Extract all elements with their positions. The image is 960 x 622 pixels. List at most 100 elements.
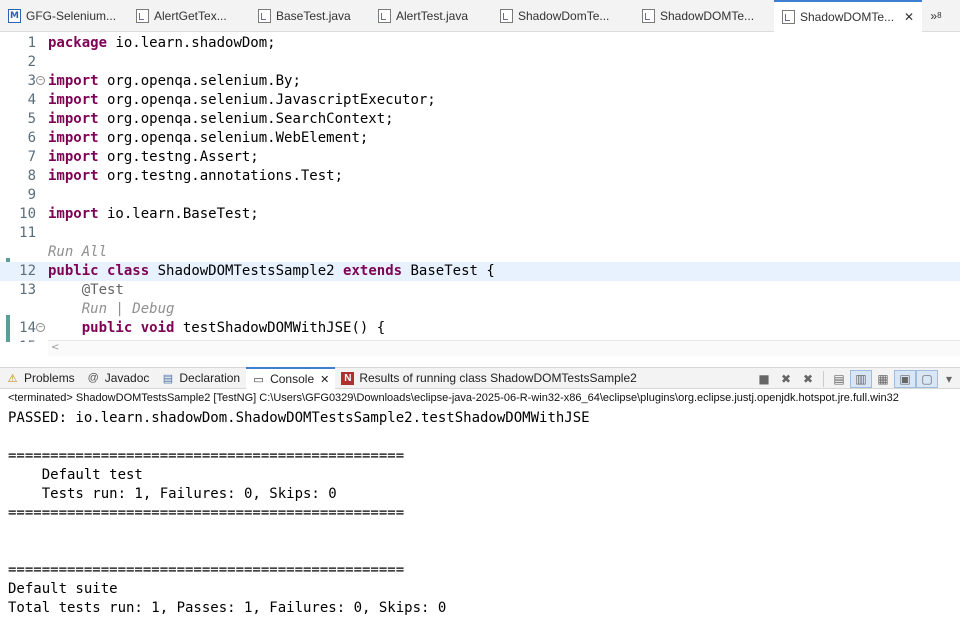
code-token: org.openqa.selenium.JavascriptExecutor;: [98, 92, 436, 108]
console-icon: ▭: [253, 373, 264, 386]
console-line: Tests run: 1, Failures: 0, Skips: 0: [8, 486, 337, 502]
code-lens-text[interactable]: Run | Debug: [82, 301, 175, 317]
view-tab-javadoc[interactable]: @ Javadoc: [81, 367, 156, 389]
display-console-icon[interactable]: ▢: [916, 370, 938, 388]
editor-tab-label: BaseTest.java: [276, 9, 351, 23]
view-tab-problems[interactable]: ⚠ Problems: [0, 367, 81, 389]
code-text: import io.learn.BaseTest;: [48, 205, 259, 224]
line-number: 6: [27, 130, 36, 146]
word-wrap-icon[interactable]: ▦: [872, 370, 894, 388]
console-line: ========================================…: [8, 562, 405, 578]
stop-icon[interactable]: ■: [753, 370, 775, 388]
code-text: import org.testng.Assert;: [48, 148, 259, 167]
editor-tab[interactable]: ShadowDOMTe...: [634, 0, 774, 32]
code-line: 6 import org.openqa.selenium.WebElement;: [0, 129, 960, 148]
code-line: 14− public void testShadowDOMWithJSE() {: [0, 319, 960, 338]
toolbar-separator: [823, 371, 824, 387]
console-toolbar: ■ ✖ ✖ ▤ ▥ ▦ ▣ ▢ ▾: [753, 368, 960, 390]
view-tab-declaration[interactable]: ▤ Declaration: [155, 367, 246, 389]
view-tab-label: Declaration: [179, 371, 241, 385]
pin-console-icon[interactable]: ▣: [894, 370, 916, 388]
close-icon[interactable]: ✕: [320, 373, 329, 386]
editor-tab-active[interactable]: ShadowDOMTe... ✕: [774, 0, 922, 32]
code-text: import org.openqa.selenium.JavascriptExe…: [48, 91, 436, 110]
code-token: testShadowDOMWithJSE() {: [174, 320, 386, 336]
code-line: 11: [0, 224, 960, 243]
code-text: import org.testng.annotations.Test;: [48, 167, 343, 186]
code-line: 8 import org.testng.annotations.Test;: [0, 167, 960, 186]
line-number: 3: [27, 73, 36, 89]
fold-toggle-icon[interactable]: −: [36, 76, 45, 85]
line-number: 2: [27, 54, 36, 70]
code-token: import: [48, 130, 99, 146]
editor-tab-bar: M GFG-Selenium... AlertGetTex... BaseTes…: [0, 0, 960, 32]
code-line: 4 import org.openqa.selenium.JavascriptEx…: [0, 91, 960, 110]
editor-tab[interactable]: M GFG-Selenium...: [0, 0, 128, 32]
code-lens-line[interactable]: Run | Debug: [0, 300, 960, 319]
code-token: class: [107, 263, 150, 279]
console-output[interactable]: PASSED: io.learn.shadowDom.ShadowDOMTest…: [0, 409, 960, 618]
code-text: public class ShadowDOMTestsSample2 exten…: [48, 262, 495, 281]
code-token: import: [48, 73, 99, 89]
editor-tab[interactable]: AlertTest.java: [370, 0, 492, 32]
code-token: import: [48, 168, 99, 184]
code-token: io.learn.BaseTest;: [98, 206, 259, 222]
java-file-icon: [378, 9, 391, 23]
code-token: public: [48, 263, 99, 279]
code-token: io.learn.shadowDom;: [107, 35, 276, 51]
remove-launch-icon[interactable]: ✖: [775, 370, 797, 388]
chevron-left-icon[interactable]: <: [51, 342, 59, 353]
view-tab-console[interactable]: ▭ Console ✕: [246, 367, 336, 389]
editor-tab[interactable]: AlertGetTex...: [128, 0, 250, 32]
editor-tab-label: AlertTest.java: [396, 9, 469, 23]
java-file-icon: [642, 9, 655, 23]
code-lens-line[interactable]: Run All: [0, 243, 960, 262]
clear-console-icon[interactable]: ▤: [828, 370, 850, 388]
code-line: 7 import org.testng.Assert;: [0, 148, 960, 167]
code-token: extends: [343, 263, 403, 279]
console-line: ========================================…: [8, 505, 405, 521]
remove-all-launches-icon[interactable]: ✖: [797, 370, 819, 388]
code-line: 2: [0, 53, 960, 72]
console-status: <terminated> ShadowDOMTestsSample2 [Test…: [8, 392, 899, 404]
tab-overflow-button[interactable]: » 8: [922, 0, 950, 31]
java-file-icon: [500, 9, 513, 23]
fold-toggle-icon[interactable]: −: [36, 323, 45, 332]
horizontal-scrollbar[interactable]: <: [48, 340, 960, 356]
java-file-icon: [258, 9, 271, 23]
code-token: ShadowDOMTestsSample2: [149, 263, 344, 279]
code-token: void: [140, 320, 175, 336]
open-console-icon[interactable]: ▾: [938, 370, 960, 388]
code-text: Run All: [48, 243, 107, 262]
code-editor[interactable]: 1 package io.learn.shadowDom; 2 3− import or…: [0, 32, 960, 342]
code-token: @Test: [81, 282, 124, 298]
code-lens-text[interactable]: Run All: [48, 244, 107, 260]
line-number: 7: [27, 149, 36, 165]
editor-tab[interactable]: ShadowDomTe...: [492, 0, 634, 32]
line-number: 11: [19, 225, 36, 241]
java-file-icon: [782, 10, 795, 24]
java-file-icon: [136, 9, 149, 23]
problems-icon: ⚠: [7, 372, 18, 385]
editor-tab-label: ShadowDOMTe...: [660, 9, 755, 23]
tab-overflow-count: 8: [937, 11, 942, 20]
code-text: package io.learn.shadowDom;: [48, 34, 276, 53]
console-line: Default test: [8, 467, 143, 483]
javadoc-icon: @: [87, 372, 99, 384]
line-number: 13: [19, 282, 36, 298]
close-icon[interactable]: ✕: [904, 10, 914, 24]
editor-tab[interactable]: BaseTest.java: [250, 0, 370, 32]
console-line: ========================================…: [8, 448, 405, 464]
line-number: 4: [27, 92, 36, 108]
view-tab-testng-results[interactable]: N Results of running class ShadowDOMTest…: [335, 367, 642, 389]
scroll-lock-icon[interactable]: ▥: [850, 370, 872, 388]
code-text: import org.openqa.selenium.SearchContext…: [48, 110, 394, 129]
console-line: PASSED: io.learn.shadowDom.ShadowDOMTest…: [8, 410, 590, 426]
code-line: 9: [0, 186, 960, 205]
testng-icon: N: [341, 371, 355, 385]
